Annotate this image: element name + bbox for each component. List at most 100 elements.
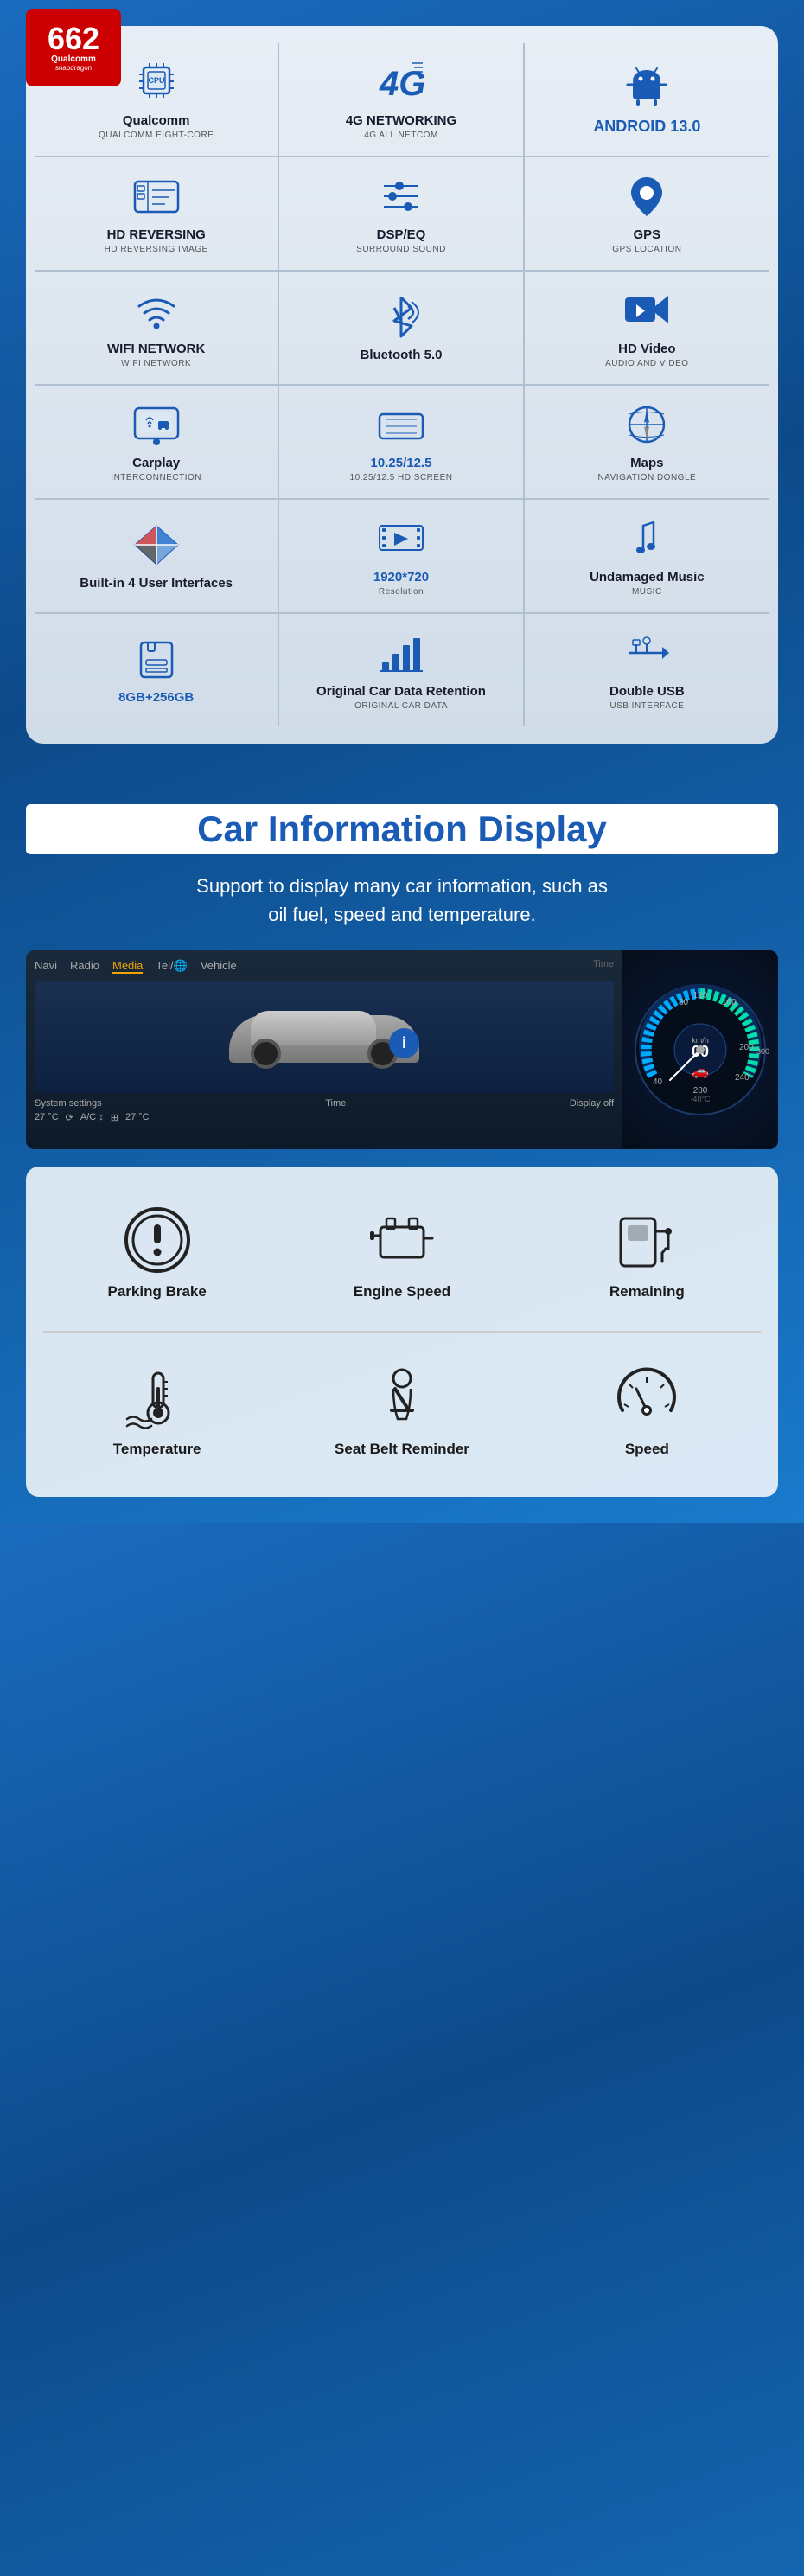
feature-hd-subtitle: HD REVERSING IMAGE: [105, 245, 208, 254]
svg-text:200: 200: [739, 1043, 754, 1052]
feature-resolution: 1920*720 Resolution: [279, 500, 524, 614]
info-icons-section: Parking Brake: [26, 1167, 778, 1497]
svg-text:120: 120: [693, 991, 708, 1000]
badge-brand: Qualcomm: [51, 54, 96, 64]
feature-cardata-subtitle: ORIGINAL CAR DATA: [354, 701, 448, 711]
feature-qualcomm-subtitle: QUALCOMM EIGHT-CORE: [99, 131, 214, 140]
parking-label: Parking Brake: [107, 1283, 206, 1301]
dashboard-car-area: i: [35, 981, 614, 1093]
row-divider: [43, 1331, 761, 1333]
maps-icon: [621, 401, 673, 449]
android-icon: [621, 63, 673, 111]
car-info-desc: Support to display many car information,…: [26, 872, 778, 929]
feature-builtin: Built-in 4 User Interfaces: [35, 500, 279, 614]
top-section: 662 Qualcomm snapdragon: [0, 0, 804, 770]
feature-music-subtitle: MUSIC: [632, 587, 662, 597]
qualcomm-badge: 662 Qualcomm snapdragon: [26, 9, 121, 86]
feature-storage-title: 8GB+256GB: [118, 690, 194, 706]
feature-bluetooth-title: Bluetooth 5.0: [360, 348, 442, 363]
carplay-icon: [131, 401, 182, 449]
reversing-icon: [131, 173, 182, 221]
feature-gps: GPS GPS LOCATION: [525, 157, 769, 272]
car-silhouette: i: [229, 998, 419, 1076]
wifi-icon: [131, 287, 182, 335]
interfaces-icon: [131, 521, 182, 569]
feature-wifi-title: WIFI NETWORK: [107, 342, 205, 357]
nav-tel: Tel/🌐: [156, 959, 187, 974]
music-icon: [621, 515, 673, 563]
feature-hdvideo-subtitle: AUDIO AND VIDEO: [605, 359, 688, 368]
feature-maps: Maps NAVIGATION DONGLE: [525, 386, 769, 500]
gps-icon: [621, 173, 673, 221]
time-label: Time: [325, 1098, 346, 1109]
info-engine-speed: Engine Speed: [288, 1192, 515, 1314]
svg-text:160: 160: [722, 998, 737, 1007]
feature-bluetooth: Bluetooth 5.0: [279, 272, 524, 386]
feature-android: ANDROID 13.0: [525, 43, 769, 157]
nav-time: Time: [250, 959, 614, 974]
feature-carplay-subtitle: INTERCONNECTION: [111, 473, 201, 483]
info-icons-grid: Parking Brake: [43, 1192, 761, 1471]
feature-cardata-title: Original Car Data Retention: [316, 684, 486, 700]
info-remaining: Remaining: [533, 1192, 761, 1314]
temp-row: 27 °C ⟳ A/C ↕ ⊞ 27 °C: [35, 1112, 614, 1123]
video-icon: [621, 287, 673, 335]
dashboard-bottom: System settings Time Display off: [35, 1098, 614, 1109]
feature-cardata: Original Car Data Retention ORIGINAL CAR…: [279, 614, 524, 726]
feature-screen: 10.25/12.5 10.25/12.5 HD SCREEN: [279, 386, 524, 500]
info-speed: Speed: [533, 1350, 761, 1471]
temp-label: Temperature: [113, 1441, 201, 1458]
info-seatbelt: Seat Belt Reminder: [288, 1350, 515, 1471]
badge-sub: snapdragon: [55, 64, 92, 72]
car-info-section: Car Information Display Support to displ…: [0, 770, 804, 1523]
feature-hd-title: HD REVERSING: [107, 227, 206, 243]
feature-4g: 4G 4G NETWORKING 4G ALL NETCOM: [279, 43, 524, 157]
feature-screen-subtitle: 10.25/12.5 HD SCREEN: [350, 473, 453, 483]
storage-icon: [131, 636, 182, 683]
feature-maps-subtitle: NAVIGATION DONGLE: [597, 473, 696, 483]
temp-right: 27 °C: [125, 1112, 150, 1123]
4g-icon: 4G: [375, 59, 427, 106]
info-parking-brake: Parking Brake: [43, 1192, 271, 1314]
temp-left: 27 °C: [35, 1112, 59, 1123]
feature-android-title: ANDROID 13.0: [593, 118, 700, 137]
car-info-title: Car Information Display: [26, 804, 778, 854]
feature-music-title: Undamaged Music: [590, 570, 705, 585]
feature-usb-subtitle: USB INTERFACE: [609, 701, 684, 711]
info-circle: i: [389, 1028, 419, 1058]
feature-grid-container: CPU Qualcomm QUALCOMM EIGHT-CORE 4G 4G N…: [26, 26, 778, 744]
svg-text:240: 240: [735, 1073, 750, 1083]
feature-gps-subtitle: GPS LOCATION: [612, 245, 681, 254]
dashboard-nav: Navi Radio Media Tel/🌐 Vehicle Time: [35, 959, 614, 974]
speedometer-display: 40 80 120 160 200 240 280 km/h 00 🚗: [631, 981, 769, 1119]
feature-usb-title: Double USB: [609, 684, 685, 700]
screen-icon: [375, 401, 427, 449]
display-off: Display off: [570, 1098, 614, 1109]
system-settings: System settings: [35, 1098, 102, 1109]
feature-dsp: DSP/EQ SURROUND SOUND: [279, 157, 524, 272]
ac-label: A/C ↕: [80, 1112, 104, 1123]
feature-4g-subtitle: 4G ALL NETCOM: [364, 131, 438, 140]
dashboard-right: 40 80 120 160 200 240 280 km/h 00 🚗: [622, 950, 778, 1149]
feature-wifi: WIFI NETWORK WIFI NETWORK: [35, 272, 279, 386]
cpu-icon: CPU: [131, 59, 182, 106]
bluetooth-icon: [375, 293, 427, 341]
svg-text:-40°C: -40°C: [690, 1095, 711, 1103]
speed-label: Speed: [625, 1441, 669, 1458]
fuel-icon: [612, 1205, 681, 1275]
feature-resolution-title: 1920*720: [373, 570, 429, 585]
fuel-label: Remaining: [609, 1283, 685, 1301]
feature-hdvideo-title: HD Video: [618, 342, 675, 357]
feature-hd-reversing: HD REVERSING HD REVERSING IMAGE: [35, 157, 279, 272]
cardata-icon: [375, 630, 427, 677]
nav-radio: Radio: [70, 959, 99, 974]
feature-screen-title: 10.25/12.5: [371, 456, 432, 471]
seatbelt-icon: [367, 1363, 437, 1432]
feature-grid: CPU Qualcomm QUALCOMM EIGHT-CORE 4G 4G N…: [35, 43, 769, 726]
feature-maps-title: Maps: [630, 456, 663, 471]
parking-icon: [123, 1205, 192, 1275]
nav-navi: Navi: [35, 959, 57, 974]
feature-carplay: Carplay INTERCONNECTION: [35, 386, 279, 500]
feature-gps-title: GPS: [633, 227, 660, 243]
nav-media: Media: [112, 959, 143, 974]
